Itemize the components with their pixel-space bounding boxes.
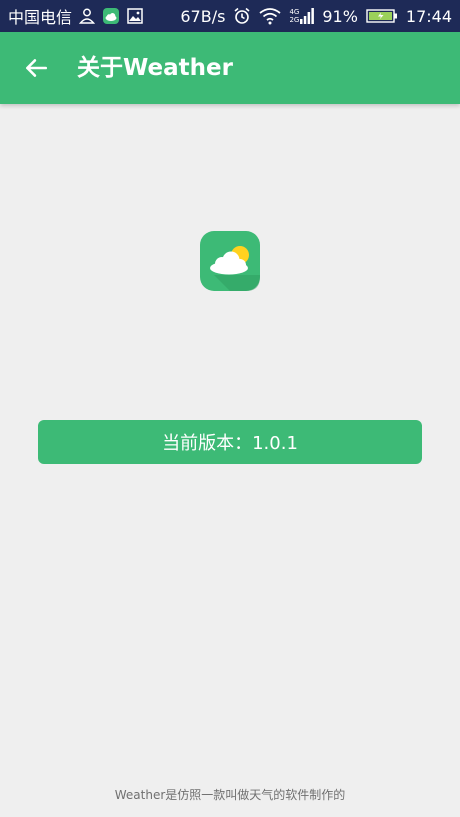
image-icon (126, 7, 144, 25)
page-title: 关于Weather (77, 55, 233, 81)
carrier-name: 中国电信 (8, 8, 73, 27)
mobile-signal: 4G 2G (289, 7, 315, 25)
version-label: 当前版本：1.0.1 (162, 433, 298, 454)
clock-time: 17:44 (405, 6, 452, 26)
alarm-clock-icon (233, 7, 251, 25)
arrow-left-icon (23, 55, 49, 81)
signal-label-bottom: 2G (289, 16, 300, 24)
battery-percent: 91% (322, 6, 358, 26)
signal-bars-icon (300, 7, 315, 25)
back-button[interactable] (12, 44, 60, 92)
status-bar-left: 中国电信 (8, 0, 144, 32)
signal-label-top: 4G (289, 8, 300, 16)
status-bar-right: 67B/s 4G 2G 91% 17:44 (180, 0, 452, 32)
wifi-icon (259, 7, 281, 25)
battery-charging-icon (366, 7, 398, 25)
network-speed: 67B/s (180, 6, 226, 26)
status-bar: 中国电信 67B/s 4G 2G 91% 17:44 (0, 0, 460, 32)
app-bar: 关于Weather (0, 32, 460, 104)
weather-app-icon (102, 7, 120, 25)
footer-credit: Weather是仿照一款叫做天气的软件制作的 (114, 788, 346, 802)
weather-cloud-sun-icon (200, 231, 262, 293)
version-info-button[interactable]: 当前版本：1.0.1 (38, 420, 422, 464)
person-icon (78, 7, 96, 25)
